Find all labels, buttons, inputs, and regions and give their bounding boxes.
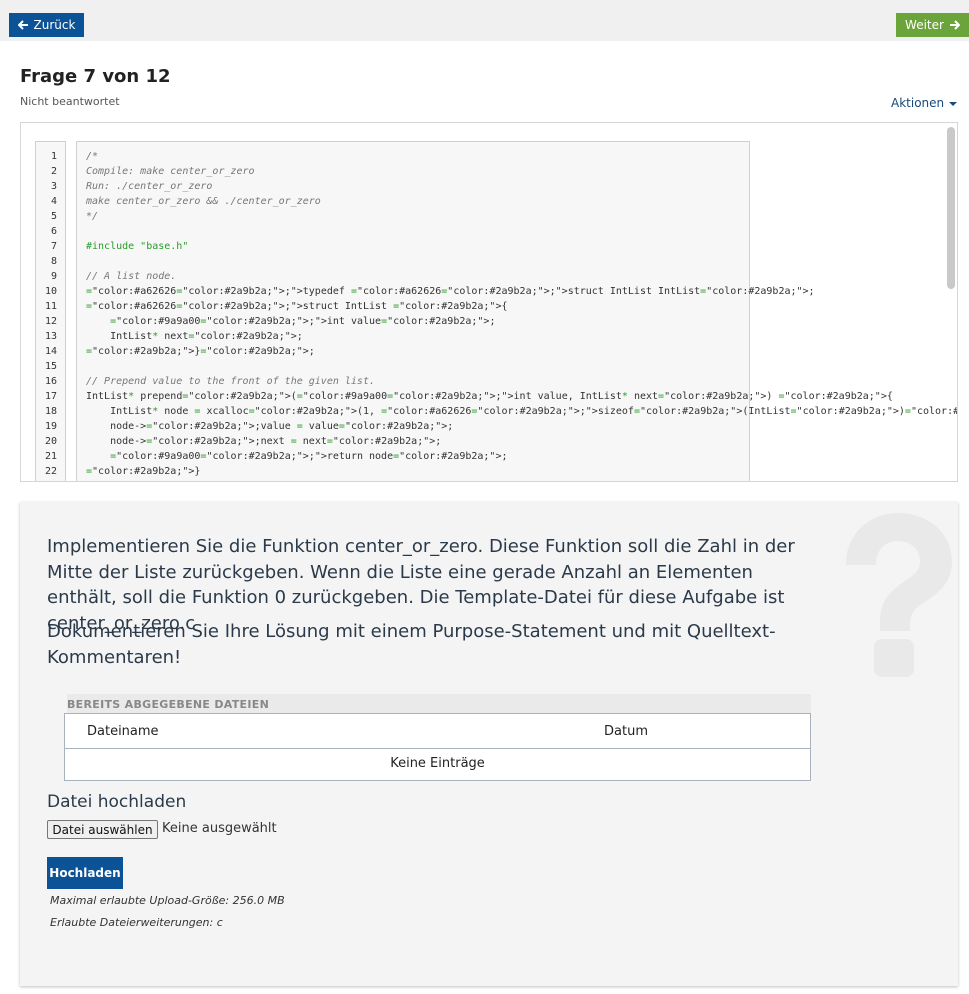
line-number: 3: [50, 181, 57, 192]
question-panel: Implementieren Sie die Funktion center_o…: [20, 502, 958, 986]
code-line: /*: [86, 151, 99, 162]
submitted-files-caption: BEREITS ABGEGEBENE DATEIEN: [67, 694, 811, 714]
code-scrollbar[interactable]: [947, 127, 955, 289]
table-header-row: Dateiname Datum: [65, 714, 810, 749]
line-number: 13: [44, 331, 57, 342]
code-line: make center_or_zero && ./center_or_zero: [86, 196, 321, 207]
question-title: Frage 7 von 12: [20, 66, 171, 87]
line-number: 11: [44, 301, 57, 312]
question-status: Nicht beantwortet: [20, 95, 120, 108]
code-line: ="color:#2a9b2a;">}="color:#2a9b2a;">;: [86, 346, 315, 357]
back-button-label: Zurück: [33, 18, 76, 32]
caret-down-icon: [949, 102, 958, 106]
code-line: ="color:#9a9a00="color:#2a9b2a;">;">int …: [110, 316, 496, 327]
code-line: // Prepend value to the front of the giv…: [86, 376, 375, 387]
column-header-filename[interactable]: Dateiname: [87, 724, 159, 739]
line-number: 8: [50, 256, 57, 267]
next-button-label: Weiter: [905, 18, 944, 32]
code-line: node->="color:#2a9b2a;">;value = value="…: [86, 421, 454, 432]
line-number: 21: [44, 451, 57, 462]
empty-table-message: Keine Einträge: [390, 756, 485, 771]
line-number: 7: [50, 241, 57, 252]
code-line: ="color:#a62626="color:#2a9b2a;">;">stru…: [86, 301, 508, 312]
code-line: // A list node.: [86, 271, 177, 282]
line-number: 22: [44, 466, 57, 477]
line-number: 1: [50, 151, 57, 162]
submitted-files-table: Dateiname Datum Keine Einträge: [64, 713, 811, 781]
allowed-extensions-note: Erlaubte Dateierweiterungen: c: [50, 916, 223, 929]
code-line: node->="color:#2a9b2a;">;next = next="co…: [86, 436, 442, 447]
line-number: 20: [44, 436, 57, 447]
code-line: #include "base.h": [86, 241, 189, 252]
column-header-date[interactable]: Datum: [604, 724, 648, 739]
code-area: /* Compile: make center_or_zero Run: ./cen…: [76, 141, 957, 481]
upload-button[interactable]: Hochladen: [47, 857, 123, 889]
line-number: 19: [44, 421, 57, 432]
task-documentation-note: Dokumentieren Sie Ihre Lösung mit einem …: [47, 621, 776, 668]
top-navigation-bar: Zurück Weiter: [0, 0, 969, 41]
submitted-files-caption-text: BEREITS ABGEGEBENE DATEIEN: [67, 697, 270, 711]
line-number-gutter: 1 2 3 4 5 6 7 8 9 10 11 12 13 14 15 16 17 18 19 20 21 22: [35, 141, 66, 481]
back-button[interactable]: Zurück: [9, 13, 84, 37]
arrow-right-icon: [949, 20, 960, 30]
line-number: 16: [44, 376, 57, 387]
line-number: 17: [44, 391, 57, 402]
line-number: 5: [50, 211, 57, 222]
line-number: 2: [50, 166, 57, 177]
code-line: IntList* next="color:#2a9b2a;">;: [86, 331, 303, 342]
line-number: 4: [50, 196, 57, 207]
line-number: 10: [44, 286, 57, 297]
code-line: IntList* node = xcalloc="color:#2a9b2a;"…: [86, 406, 957, 417]
line-number: 9: [50, 271, 57, 282]
upload-heading: Datei hochladen: [47, 792, 187, 812]
code-line: Compile: make center_or_zero: [86, 166, 255, 177]
code-line: */: [86, 211, 99, 222]
actions-dropdown[interactable]: Aktionen: [891, 96, 958, 110]
line-number: 6: [50, 226, 57, 237]
max-upload-size-note: Maximal erlaubte Upload-Größe: 256.0 MB: [50, 894, 285, 907]
line-number: 18: [44, 406, 57, 417]
no-file-selected-text: Keine ausgewählt: [162, 821, 277, 836]
code-line: ="color:#9a9a00="color:#2a9b2a;">;">retu…: [110, 451, 508, 462]
code-line: ="color:#2a9b2a;">}: [86, 466, 201, 477]
choose-file-button[interactable]: Datei auswählen: [47, 820, 158, 839]
code-line: Run: ./center_or_zero: [86, 181, 213, 192]
question-mark-icon: [846, 513, 952, 677]
line-number: 14: [44, 346, 57, 357]
line-number: 12: [44, 316, 57, 327]
code-viewer[interactable]: 1 2 3 4 5 6 7 8 9 10 11 12 13 14 15 16 17 18 19 20 21 22 /* Co…: [20, 122, 958, 482]
line-number: 15: [44, 361, 57, 372]
code-line: ="color:#a62626="color:#2a9b2a;">;">type…: [86, 286, 815, 297]
arrow-left-icon: [17, 20, 28, 30]
actions-label: Aktionen: [891, 96, 945, 110]
code-line: IntList* prepend="color:#2a9b2a;">(="col…: [86, 391, 893, 402]
next-button[interactable]: Weiter: [896, 13, 969, 37]
